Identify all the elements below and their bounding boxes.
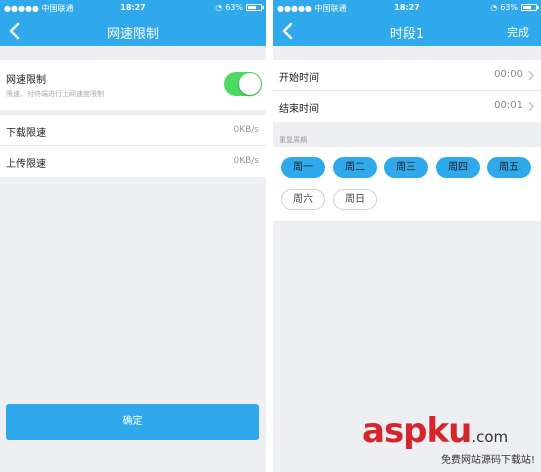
- battery-icon: [246, 4, 264, 11]
- speed-limit-screen: ●●●●● 中国联通 18:27 ◔ 63% 网速限制 网速限制 限速，对终端进…: [0, 0, 266, 472]
- speed-limit-description: 限速，对终端进行上网速度限制: [6, 90, 104, 98]
- page-title: 网速限制: [106, 27, 159, 42]
- wifi-icon: ◔: [215, 3, 223, 12]
- speed-limit-row: 网速限制 限速，对终端进行上网速度限制: [0, 60, 266, 110]
- status-bar: ●●●●● 中国联通 18:27 ◔ 63%: [273, 0, 541, 16]
- limit-toggle-group: 网速限制 限速，对终端进行上网速度限制: [0, 60, 266, 110]
- page-title: 时段1: [389, 27, 425, 42]
- watermark-brand: aspku: [362, 411, 472, 451]
- day-chip[interactable]: 周三: [384, 157, 428, 178]
- upload-limit-label: 上传限速: [6, 159, 46, 170]
- nav-bar: 网速限制: [0, 16, 266, 46]
- day-chip[interactable]: 周五: [487, 157, 531, 178]
- repeat-days: 周一 周二 周三 周四 周五周六 周日: [273, 147, 541, 221]
- upload-limit-value: 0KB/s: [233, 156, 259, 166]
- time-range-group: 开始时间 00:00 结束时间 00:01: [273, 60, 541, 122]
- end-time-row[interactable]: 结束时间 00:01: [273, 91, 541, 122]
- status-right: ◔ 63%: [215, 3, 264, 12]
- download-limit-label: 下载限速: [6, 128, 46, 139]
- watermark-slogan: 免费网站源码下载站!: [440, 455, 535, 466]
- download-limit-value: 0KB/s: [233, 125, 259, 135]
- wifi-icon: ◔: [490, 3, 498, 12]
- day-chip[interactable]: 周六: [281, 189, 325, 210]
- battery-fill: [248, 6, 256, 9]
- battery-percent: 63%: [225, 3, 243, 12]
- watermark-suffix: .com: [471, 428, 509, 446]
- speed-limit-toggle[interactable]: [224, 72, 262, 96]
- battery-percent: 63%: [500, 3, 518, 12]
- done-button[interactable]: 完成: [507, 24, 529, 40]
- confirm-button[interactable]: 确定: [6, 404, 259, 440]
- time-slot-screen: ●●●●● 中国联通 18:27 ◔ 63% 时段1 完成 开始时间 00:00…: [273, 0, 541, 472]
- nav-bar: 时段1 完成: [273, 16, 541, 46]
- end-time-label: 结束时间: [279, 104, 319, 115]
- battery-icon: [521, 4, 539, 11]
- toggle-knob: [239, 73, 261, 95]
- site-watermark: aspku.com 免费网站源码下载站!: [362, 411, 537, 466]
- chevron-right-icon: [528, 70, 534, 81]
- end-time-value: 00:01: [494, 100, 523, 111]
- start-time-row[interactable]: 开始时间 00:00: [273, 60, 541, 91]
- repeat-period-title: 重复周期: [279, 136, 307, 144]
- back-icon[interactable]: [281, 22, 295, 40]
- speed-limit-label: 网速限制: [6, 75, 46, 86]
- upload-limit-row[interactable]: 上传限速 0KB/s: [0, 146, 266, 177]
- day-chip[interactable]: 周二: [333, 157, 377, 178]
- day-chip[interactable]: 周四: [436, 157, 480, 178]
- status-right: ◔ 63%: [490, 3, 539, 12]
- start-time-label: 开始时间: [279, 73, 319, 84]
- chevron-right-icon: [528, 101, 534, 112]
- day-chip[interactable]: 周一: [281, 157, 325, 178]
- battery-fill: [523, 6, 531, 9]
- day-chip[interactable]: 周日: [333, 189, 377, 210]
- back-icon[interactable]: [8, 22, 22, 40]
- speed-values-group: 下载限速 0KB/s 上传限速 0KB/s: [0, 115, 266, 177]
- download-limit-row[interactable]: 下载限速 0KB/s: [0, 115, 266, 146]
- start-time-value: 00:00: [494, 69, 523, 80]
- status-bar: ●●●●● 中国联通 18:27 ◔ 63%: [0, 0, 266, 16]
